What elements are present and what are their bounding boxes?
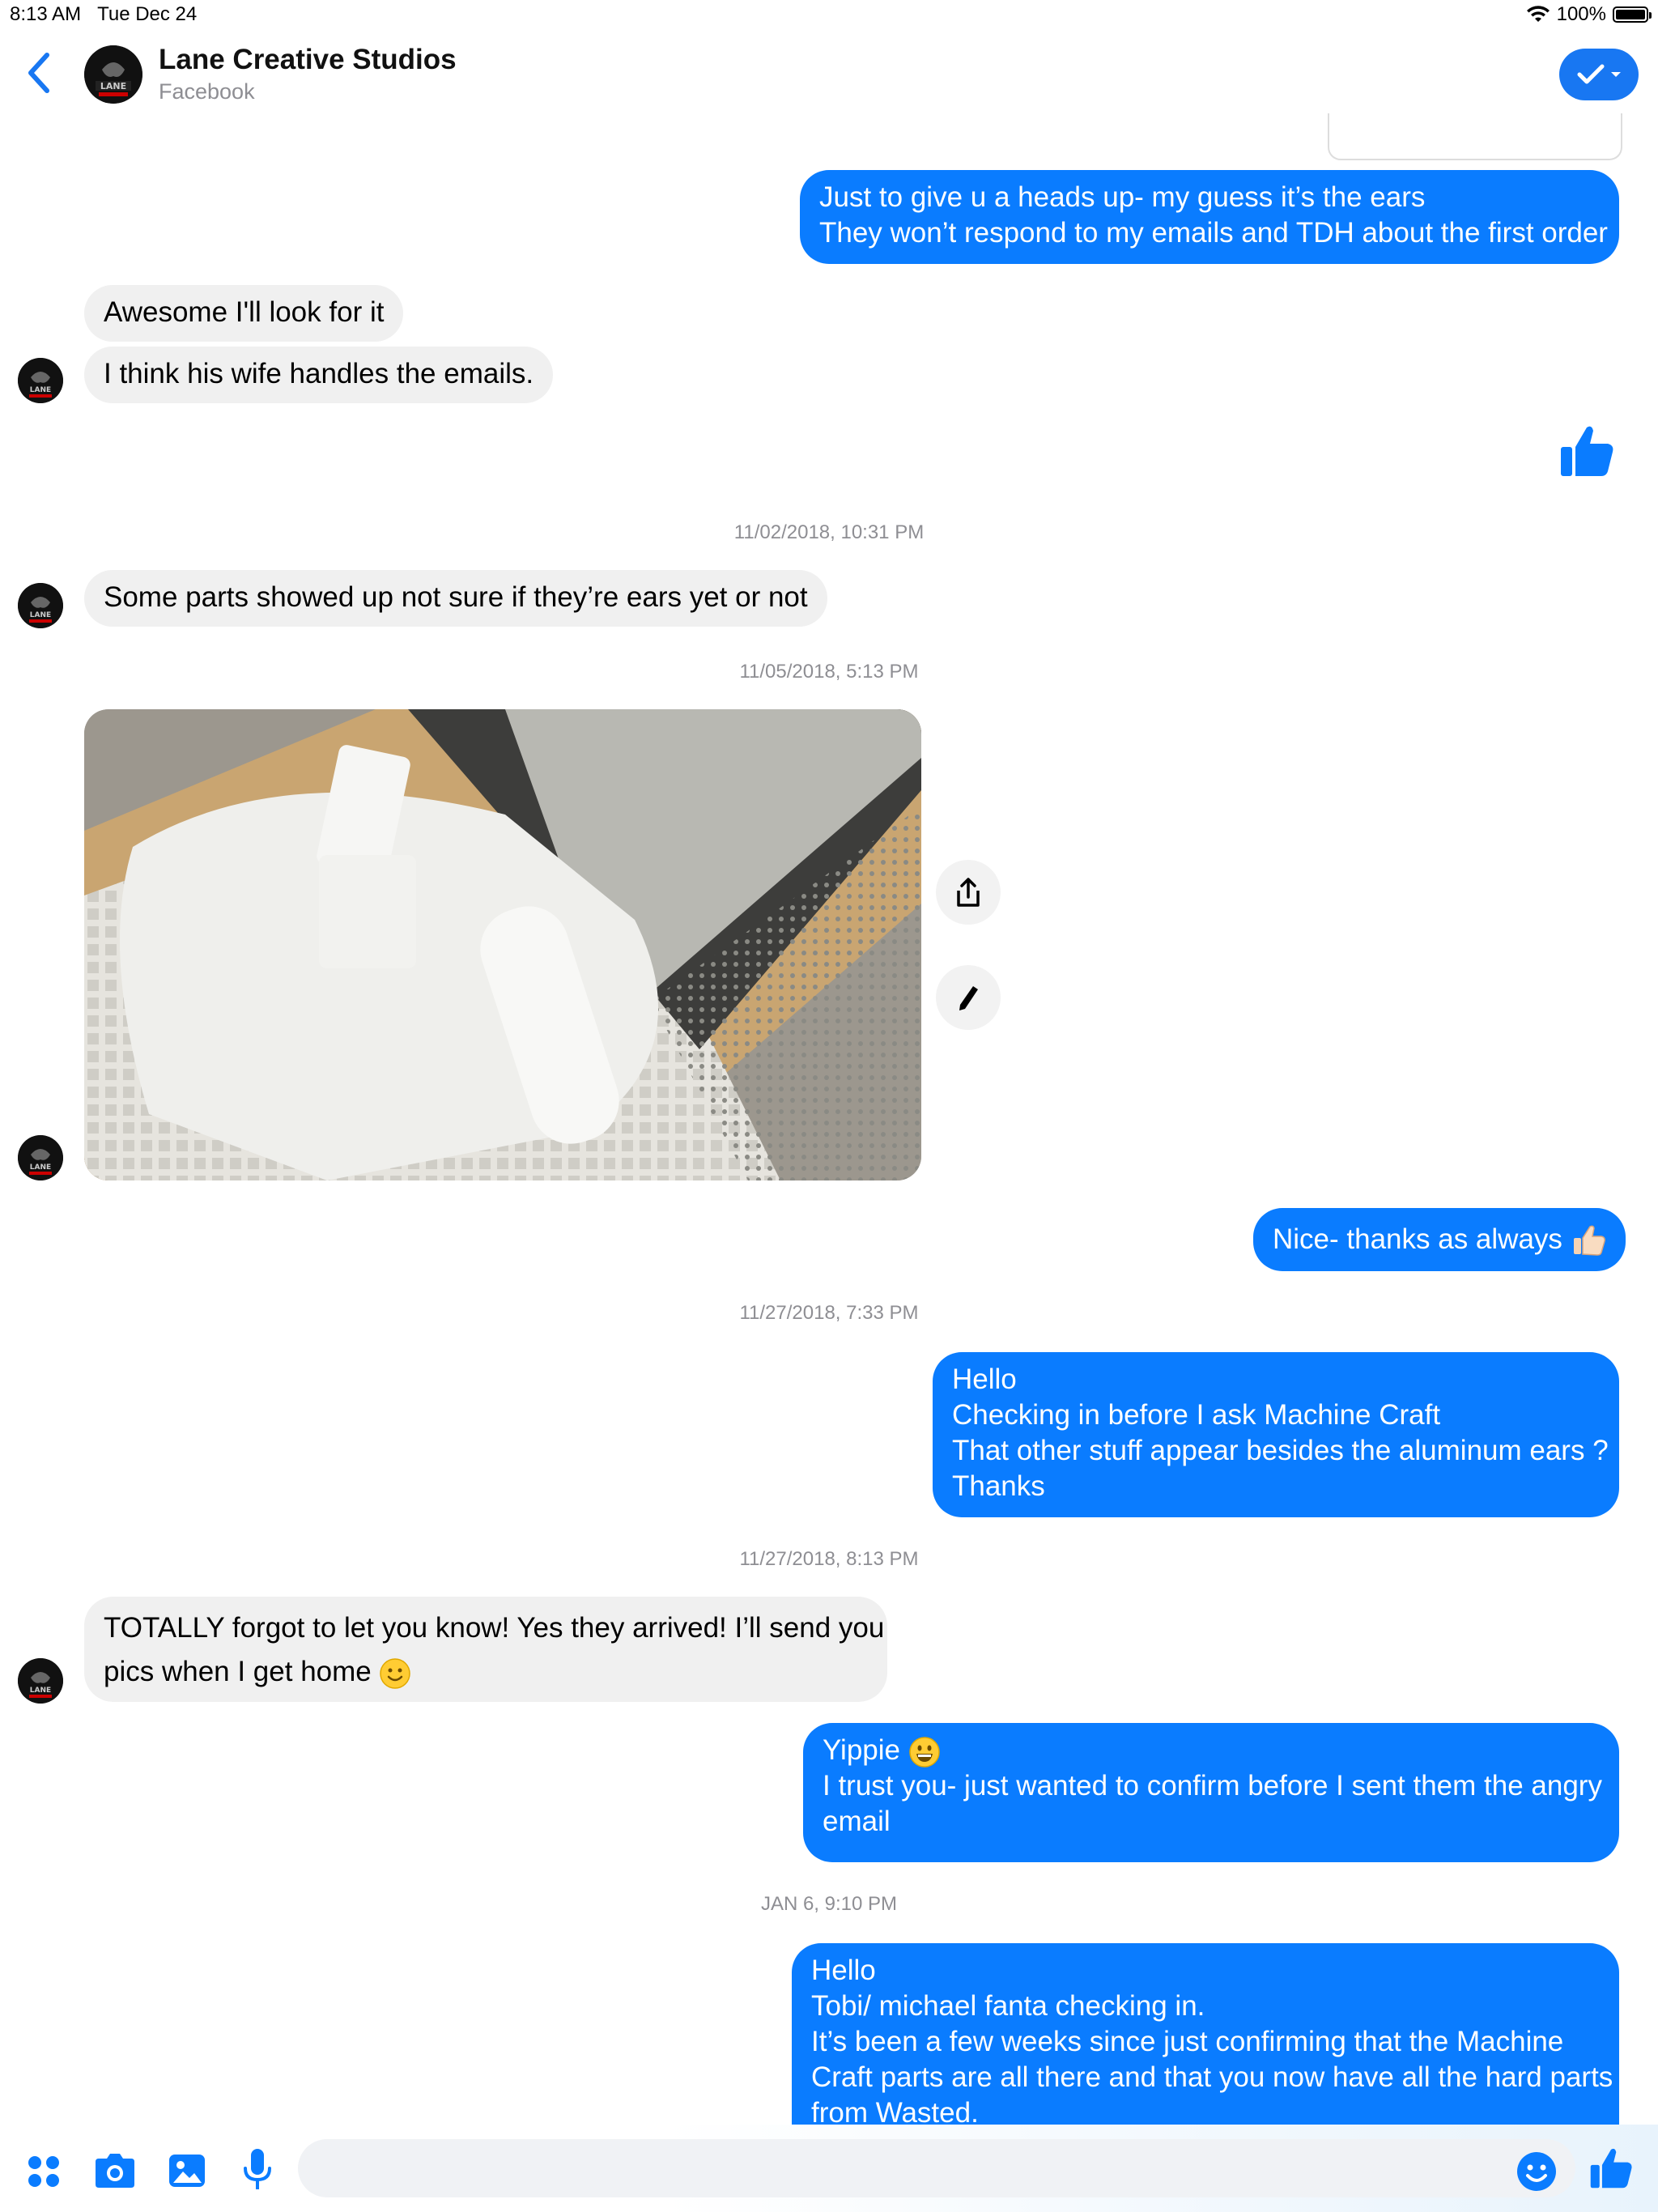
back-button[interactable] <box>24 50 65 99</box>
pencil-icon <box>959 986 978 1010</box>
message-line: That other stuff appear besides the alum… <box>952 1435 1609 1466</box>
sender-avatar[interactable]: LANE <box>18 1658 63 1704</box>
contact-avatar[interactable]: LANE <box>84 45 142 104</box>
wifi-icon <box>1526 6 1550 22</box>
svg-text:LANE: LANE <box>30 611 51 619</box>
status-time: 8:13 AM <box>10 3 82 25</box>
grin-emoji-icon <box>908 1737 940 1767</box>
emoji-button[interactable] <box>1516 2150 1558 2193</box>
message-text: Some parts showed up not sure if they’re… <box>104 581 808 613</box>
chevron-down-icon <box>1611 72 1621 77</box>
message-line: Just to give u a heads up- my guess it’s… <box>819 181 1426 213</box>
timestamp: 11/27/2018, 8:13 PM <box>739 1548 919 1570</box>
battery-icon <box>1613 6 1652 23</box>
status-bar-left: 8:13 AM Tue Dec 24 <box>10 3 197 26</box>
message-text: Nice- thanks as always <box>1273 1223 1562 1255</box>
camera-button[interactable] <box>92 2150 138 2191</box>
message-line: I trust you- just wanted to confirm befo… <box>823 1770 1602 1802</box>
svg-text:LANE: LANE <box>30 1163 51 1172</box>
timestamp: 11/02/2018, 10:31 PM <box>733 521 925 543</box>
microphone-icon <box>244 2149 271 2189</box>
timestamp: 11/05/2018, 5:13 PM <box>739 661 919 683</box>
message-outgoing[interactable]: Hello Checking in before I ask Machine C… <box>933 1352 1619 1517</box>
message-outgoing[interactable]: Yippie I trust you- just wanted to confi… <box>803 1723 1619 1862</box>
status-bar-right: 100% <box>1526 3 1652 26</box>
status-date: Tue Dec 24 <box>97 3 198 25</box>
message-incoming[interactable]: Awesome I'll look for it <box>84 285 404 342</box>
previous-attachment-card[interactable] <box>1328 113 1622 160</box>
battery-percent: 100% <box>1556 3 1606 25</box>
message-line: Yippie <box>823 1733 1600 1768</box>
apps-button[interactable] <box>26 2154 62 2189</box>
mark-done-button[interactable] <box>1559 49 1639 100</box>
camera-icon <box>96 2154 134 2188</box>
conversation-subtitle: Facebook <box>159 79 255 104</box>
message-text: I think his wife handles the emails. <box>104 358 534 389</box>
send-like-button[interactable] <box>1587 2141 1635 2194</box>
gallery-button[interactable] <box>167 2150 207 2191</box>
voice-button[interactable] <box>241 2147 274 2193</box>
message-outgoing[interactable]: Hello Tobi/ michael fanta checking in. I… <box>792 1943 1619 2154</box>
message-outgoing[interactable]: Just to give u a heads up- my guess it’s… <box>800 170 1619 264</box>
svg-text:LANE: LANE <box>30 1687 51 1695</box>
svg-text:LANE: LANE <box>30 386 51 394</box>
message-outgoing[interactable]: Nice- thanks as always <box>1253 1208 1626 1271</box>
message-line: They won’t respond to my emails and TDH … <box>819 217 1608 249</box>
message-line: It’s been a few weeks since just confirm… <box>811 2026 1564 2057</box>
sender-avatar[interactable]: LANE <box>18 1135 63 1180</box>
message-incoming[interactable]: Some parts showed up not sure if they’re… <box>84 570 827 627</box>
message-text: Awesome I'll look for it <box>104 296 385 328</box>
share-icon <box>957 878 980 907</box>
edit-photo-button[interactable] <box>936 965 1001 1030</box>
message-incoming[interactable]: TOTALLY forgot to let you know! Yes they… <box>84 1597 887 1702</box>
timestamp: 11/27/2018, 7:33 PM <box>739 1302 919 1324</box>
message-line: Craft parts are all there and that you n… <box>811 2061 1613 2093</box>
thumbs-up-emoji-icon <box>1573 1225 1605 1256</box>
message-line: Hello <box>811 1955 876 1986</box>
message-line: Thanks <box>952 1470 1045 1502</box>
share-button[interactable] <box>936 860 1001 925</box>
back-chevron-icon <box>28 53 49 93</box>
thumbs-up-sticker[interactable] <box>1556 419 1618 481</box>
emoji-icon <box>1517 2152 1556 2191</box>
message-incoming[interactable]: I think his wife handles the emails. <box>84 347 554 403</box>
apps-icon <box>28 2156 59 2187</box>
message-input[interactable] <box>298 2139 1575 2197</box>
thumbs-up-icon <box>1561 426 1613 476</box>
message-line: Tobi/ michael fanta checking in. <box>811 1990 1205 2022</box>
message-line: pics when I get home <box>104 1650 868 1694</box>
message-line: Hello <box>952 1363 1017 1395</box>
photo-icon <box>169 2155 205 2187</box>
message-line: Checking in before I ask Machine Craft <box>952 1399 1441 1431</box>
thumbs-up-icon <box>1590 2148 1632 2189</box>
check-icon <box>1577 64 1605 84</box>
sender-avatar[interactable]: LANE <box>18 583 63 628</box>
svg-text:LANE: LANE <box>100 81 126 91</box>
message-line: TOTALLY forgot to let you know! Yes they… <box>104 1612 885 1644</box>
timestamp: JAN 6, 9:10 PM <box>760 1893 898 1915</box>
message-line: email <box>823 1806 891 1837</box>
smile-emoji-icon <box>380 1658 411 1689</box>
sender-avatar[interactable]: LANE <box>18 358 63 403</box>
photo-attachment[interactable] <box>84 709 921 1180</box>
conversation-title[interactable]: Lane Creative Studios <box>159 44 457 76</box>
